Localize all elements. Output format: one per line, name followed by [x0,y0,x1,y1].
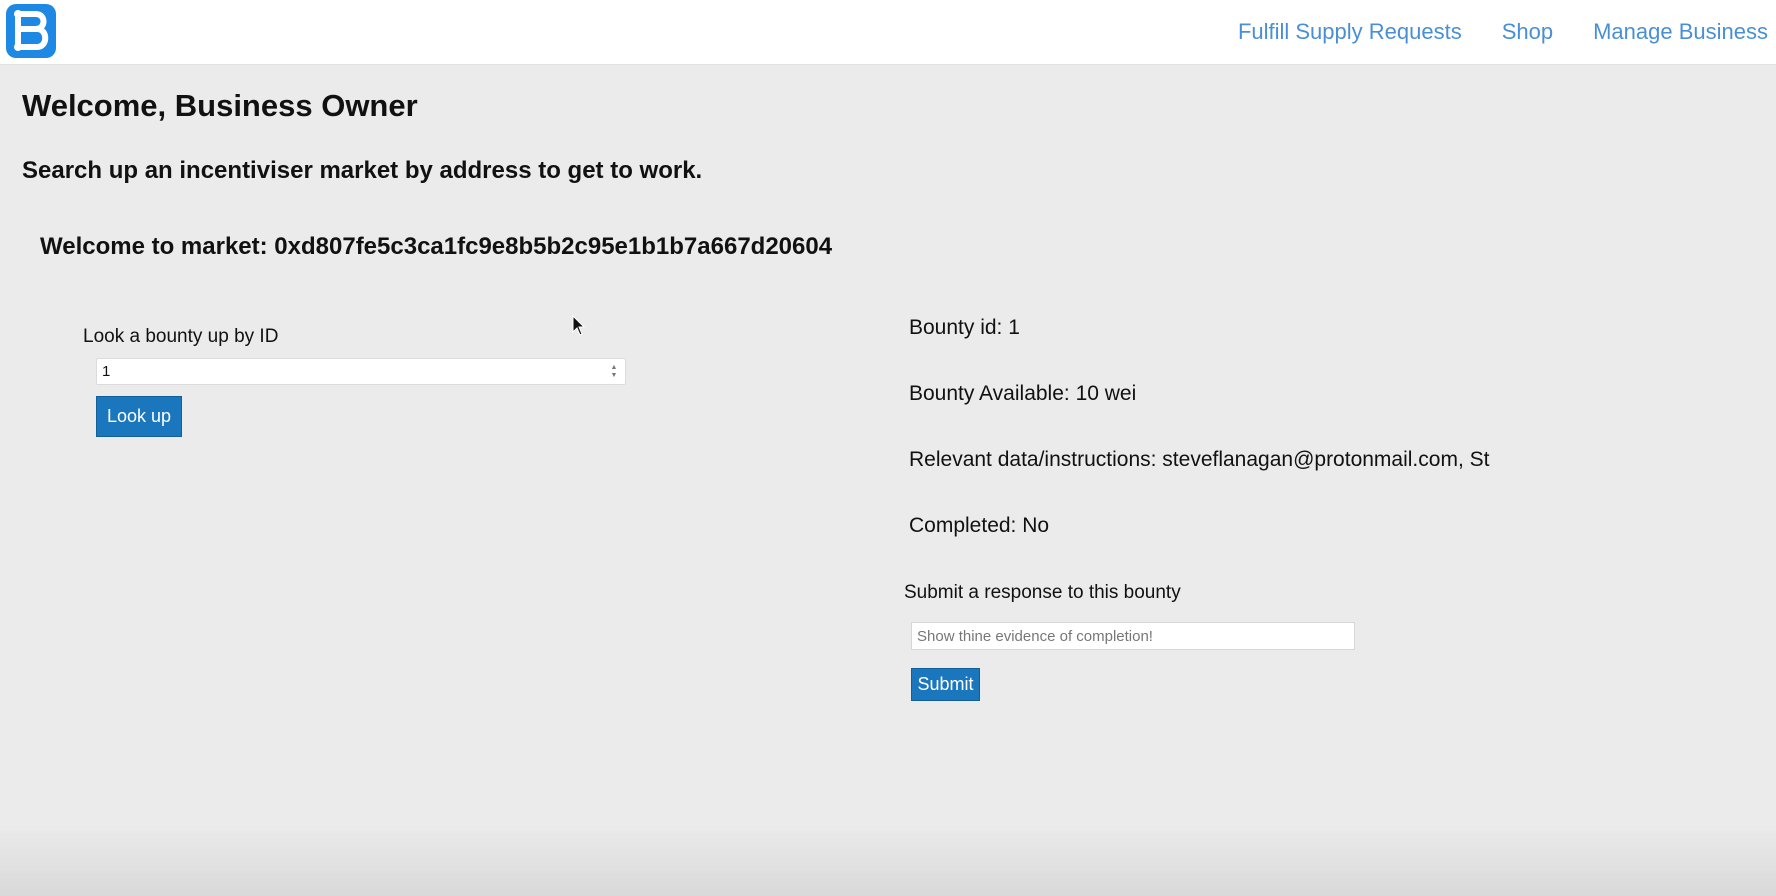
bounty-completed-text: Completed: No [909,514,1050,537]
mouse-cursor-icon [572,315,586,336]
nav-links: Fulfill Supply Requests Shop Manage Busi… [1238,0,1776,64]
spinner-up-icon[interactable]: ▲ [611,364,618,372]
bounty-id-input[interactable] [96,358,626,385]
bounty-available-text: Bounty Available: 10 wei [909,382,1137,405]
b-logo-icon[interactable] [6,4,56,58]
look-up-button[interactable]: Look up [96,396,182,437]
bounty-id-label: Look a bounty up by ID [83,326,279,347]
top-navbar: Fulfill Supply Requests Shop Manage Busi… [0,0,1776,65]
response-input[interactable] [911,622,1355,650]
nav-link-fulfill-supply-requests[interactable]: Fulfill Supply Requests [1238,19,1462,45]
market-heading: Welcome to market: 0xd807fe5c3ca1fc9e8b5… [40,233,833,260]
spinner-down-icon[interactable]: ▼ [611,372,618,380]
bounty-id-text: Bounty id: 1 [909,316,1020,339]
nav-link-shop[interactable]: Shop [1502,19,1553,45]
page: Fulfill Supply Requests Shop Manage Busi… [0,0,1776,896]
bounty-instructions-text: Relevant data/instructions: steveflanaga… [909,448,1490,471]
nav-link-manage-business[interactable]: Manage Business [1593,19,1768,45]
page-title: Welcome, Business Owner [22,88,418,123]
number-spinner[interactable]: ▲ ▼ [608,362,620,381]
submit-button[interactable]: Submit [911,668,980,701]
page-subtitle: Search up an incentiviser market by addr… [22,157,703,184]
response-label: Submit a response to this bounty [904,582,1181,603]
